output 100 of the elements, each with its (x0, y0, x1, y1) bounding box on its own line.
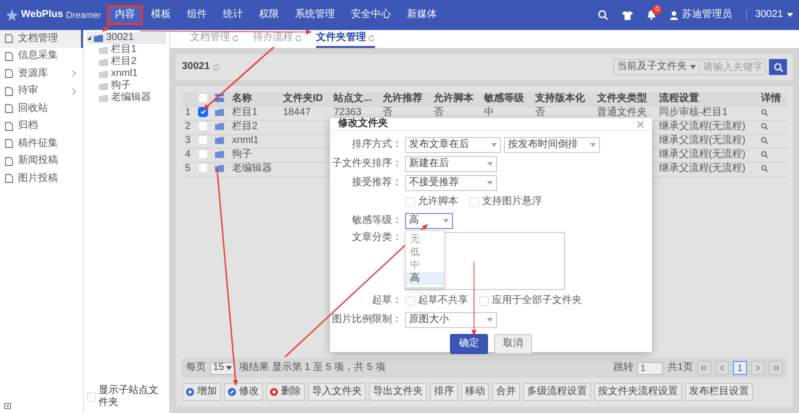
toolbar-button[interactable]: 多级流程设置 (523, 383, 591, 401)
nav-item[interactable]: 模板 (143, 5, 180, 25)
page-total: 共1页 (667, 362, 693, 374)
page-button[interactable]: 1 (733, 361, 747, 375)
first-page-icon (701, 365, 707, 371)
tree-item[interactable]: 老编辑器 (99, 92, 166, 104)
dropdown-option[interactable]: 高 (406, 272, 444, 285)
checkbox[interactable] (87, 392, 96, 402)
sidebar-item[interactable]: 文档管理 (0, 30, 83, 48)
field-label: 文章分类： (351, 232, 402, 244)
panel-toggle-icon[interactable] (4, 403, 11, 409)
sidebar-item[interactable]: 待审 (0, 82, 83, 100)
table-cell: 栏目2 (229, 120, 280, 134)
tree-item[interactable]: 30021 (87, 32, 166, 44)
select-field[interactable]: 新建在后 (405, 156, 497, 172)
checkbox-label: 应用于全部子文件夹 (492, 295, 582, 307)
search-icon[interactable] (761, 150, 768, 158)
select-field[interactable]: 按发布时间倒排 (504, 137, 600, 153)
sidebar-item[interactable]: 资源库 (0, 65, 83, 82)
toolbar-button[interactable]: 移动 (461, 383, 489, 401)
column-header: 敏感等级 (481, 92, 532, 106)
toolbar-button[interactable]: 发布栏目设置 (685, 383, 753, 401)
row-number: 5 (182, 162, 195, 176)
logo-icon (6, 9, 18, 21)
previous-page-button[interactable] (715, 361, 729, 375)
expanded-caret-icon[interactable] (87, 36, 91, 40)
refresh-icon (368, 34, 375, 42)
sidebar-item[interactable]: 图片投稿 (0, 170, 83, 188)
close-button[interactable] (637, 120, 644, 128)
search-icon[interactable] (761, 122, 768, 130)
table-cell: 继承父流程(无流程) (656, 134, 758, 148)
checkbox-label: 支持图片悬浮 (482, 196, 542, 208)
cancel-button[interactable]: 取消 (494, 334, 532, 354)
next-page-icon (755, 365, 761, 371)
field-label: 子文件夹排序： (331, 158, 402, 170)
checkbox[interactable] (469, 197, 479, 207)
table-cell: 老编辑器 (229, 162, 280, 176)
search-icon[interactable] (761, 136, 768, 144)
sidebar-item[interactable]: 信息采集 (0, 48, 83, 65)
search-button[interactable] (769, 59, 787, 75)
checkbox[interactable] (405, 197, 415, 207)
column-header: 文件夹ID (280, 92, 331, 106)
select-field[interactable]: 高 (405, 213, 453, 229)
search-icon (774, 62, 782, 72)
nav-item[interactable]: 新媒体 (399, 5, 446, 25)
nav-item[interactable]: 统计 (215, 5, 252, 25)
tree-item[interactable]: 栏目2 (99, 56, 166, 68)
delete-button[interactable]: 删除 (266, 383, 305, 401)
scope-select[interactable]: 当前及子文件夹 (613, 59, 700, 75)
edit-button[interactable]: 修改 (224, 383, 263, 401)
table-cell: 狗子 (229, 148, 280, 162)
sidebar-item[interactable]: 稿件征集 (0, 135, 83, 152)
nav-item[interactable]: 权限 (251, 5, 288, 25)
caret-icon (226, 366, 232, 370)
row-number: 2 (182, 120, 195, 134)
nav-item[interactable]: 组件 (179, 5, 216, 25)
nav-item[interactable]: 内容 (107, 5, 144, 25)
search-icon[interactable] (761, 108, 768, 116)
shirt-icon[interactable] (622, 10, 634, 20)
checkbox[interactable] (479, 296, 489, 306)
toolbar-button[interactable]: 导出文件夹 (369, 383, 427, 401)
toolbar-button[interactable]: 合并 (492, 383, 520, 401)
sidebar-item[interactable]: 归档 (0, 118, 83, 135)
select-field[interactable]: 原图大小 (405, 312, 497, 328)
select-field[interactable]: 发布文章在后 (405, 137, 501, 153)
confirm-button[interactable]: 确定 (450, 334, 488, 354)
search-icon[interactable] (598, 10, 608, 20)
per-page-select[interactable]: 15 (210, 362, 236, 374)
first-page-button[interactable] (697, 361, 711, 375)
next-page-button[interactable] (751, 361, 765, 375)
row-checkbox[interactable] (198, 107, 208, 118)
site-menu[interactable]: 30021 (746, 9, 793, 21)
caret-icon (787, 13, 793, 17)
nav-item[interactable]: 安全中心 (343, 5, 400, 25)
toolbar-button[interactable]: 导入文件夹 (308, 383, 366, 401)
select-field[interactable]: 不接受推荐 (405, 175, 497, 191)
tree-item[interactable]: 狗子 (99, 80, 166, 92)
last-page-button[interactable] (769, 361, 783, 375)
user-icon (670, 10, 678, 20)
sidebar-item[interactable]: 回收站 (0, 100, 83, 118)
field-label: 接受推荐： (351, 177, 402, 189)
page-input[interactable]: 1 (637, 362, 664, 374)
sidebar-item[interactable]: 新闻投稿 (0, 152, 83, 170)
tree-item[interactable]: xnml1 (99, 68, 166, 80)
search-icon[interactable] (761, 164, 768, 172)
toolbar-button[interactable]: 按文件夹流程设置 (594, 383, 682, 401)
table-cell: 18447 (280, 106, 331, 120)
tree-item[interactable]: 栏目1 (99, 44, 166, 56)
add-button[interactable]: 增加 (182, 383, 221, 401)
user-name[interactable]: 苏迪管理员 (682, 9, 732, 21)
table-cell: 继承父流程(无流程) (656, 162, 758, 176)
toolbar-button[interactable]: 排序 (430, 383, 458, 401)
plus-icon (186, 388, 194, 396)
table-cell: 同步审核-栏目1 (656, 106, 758, 120)
checkbox[interactable] (405, 296, 415, 306)
nav-item[interactable]: 系统管理 (287, 5, 344, 25)
tab[interactable]: 文件夹管理 (316, 32, 375, 48)
column-header: 支持版本化 (532, 92, 594, 106)
checkbox-label: 起草不共享 (418, 295, 468, 307)
select-all-checkbox[interactable] (198, 93, 208, 104)
